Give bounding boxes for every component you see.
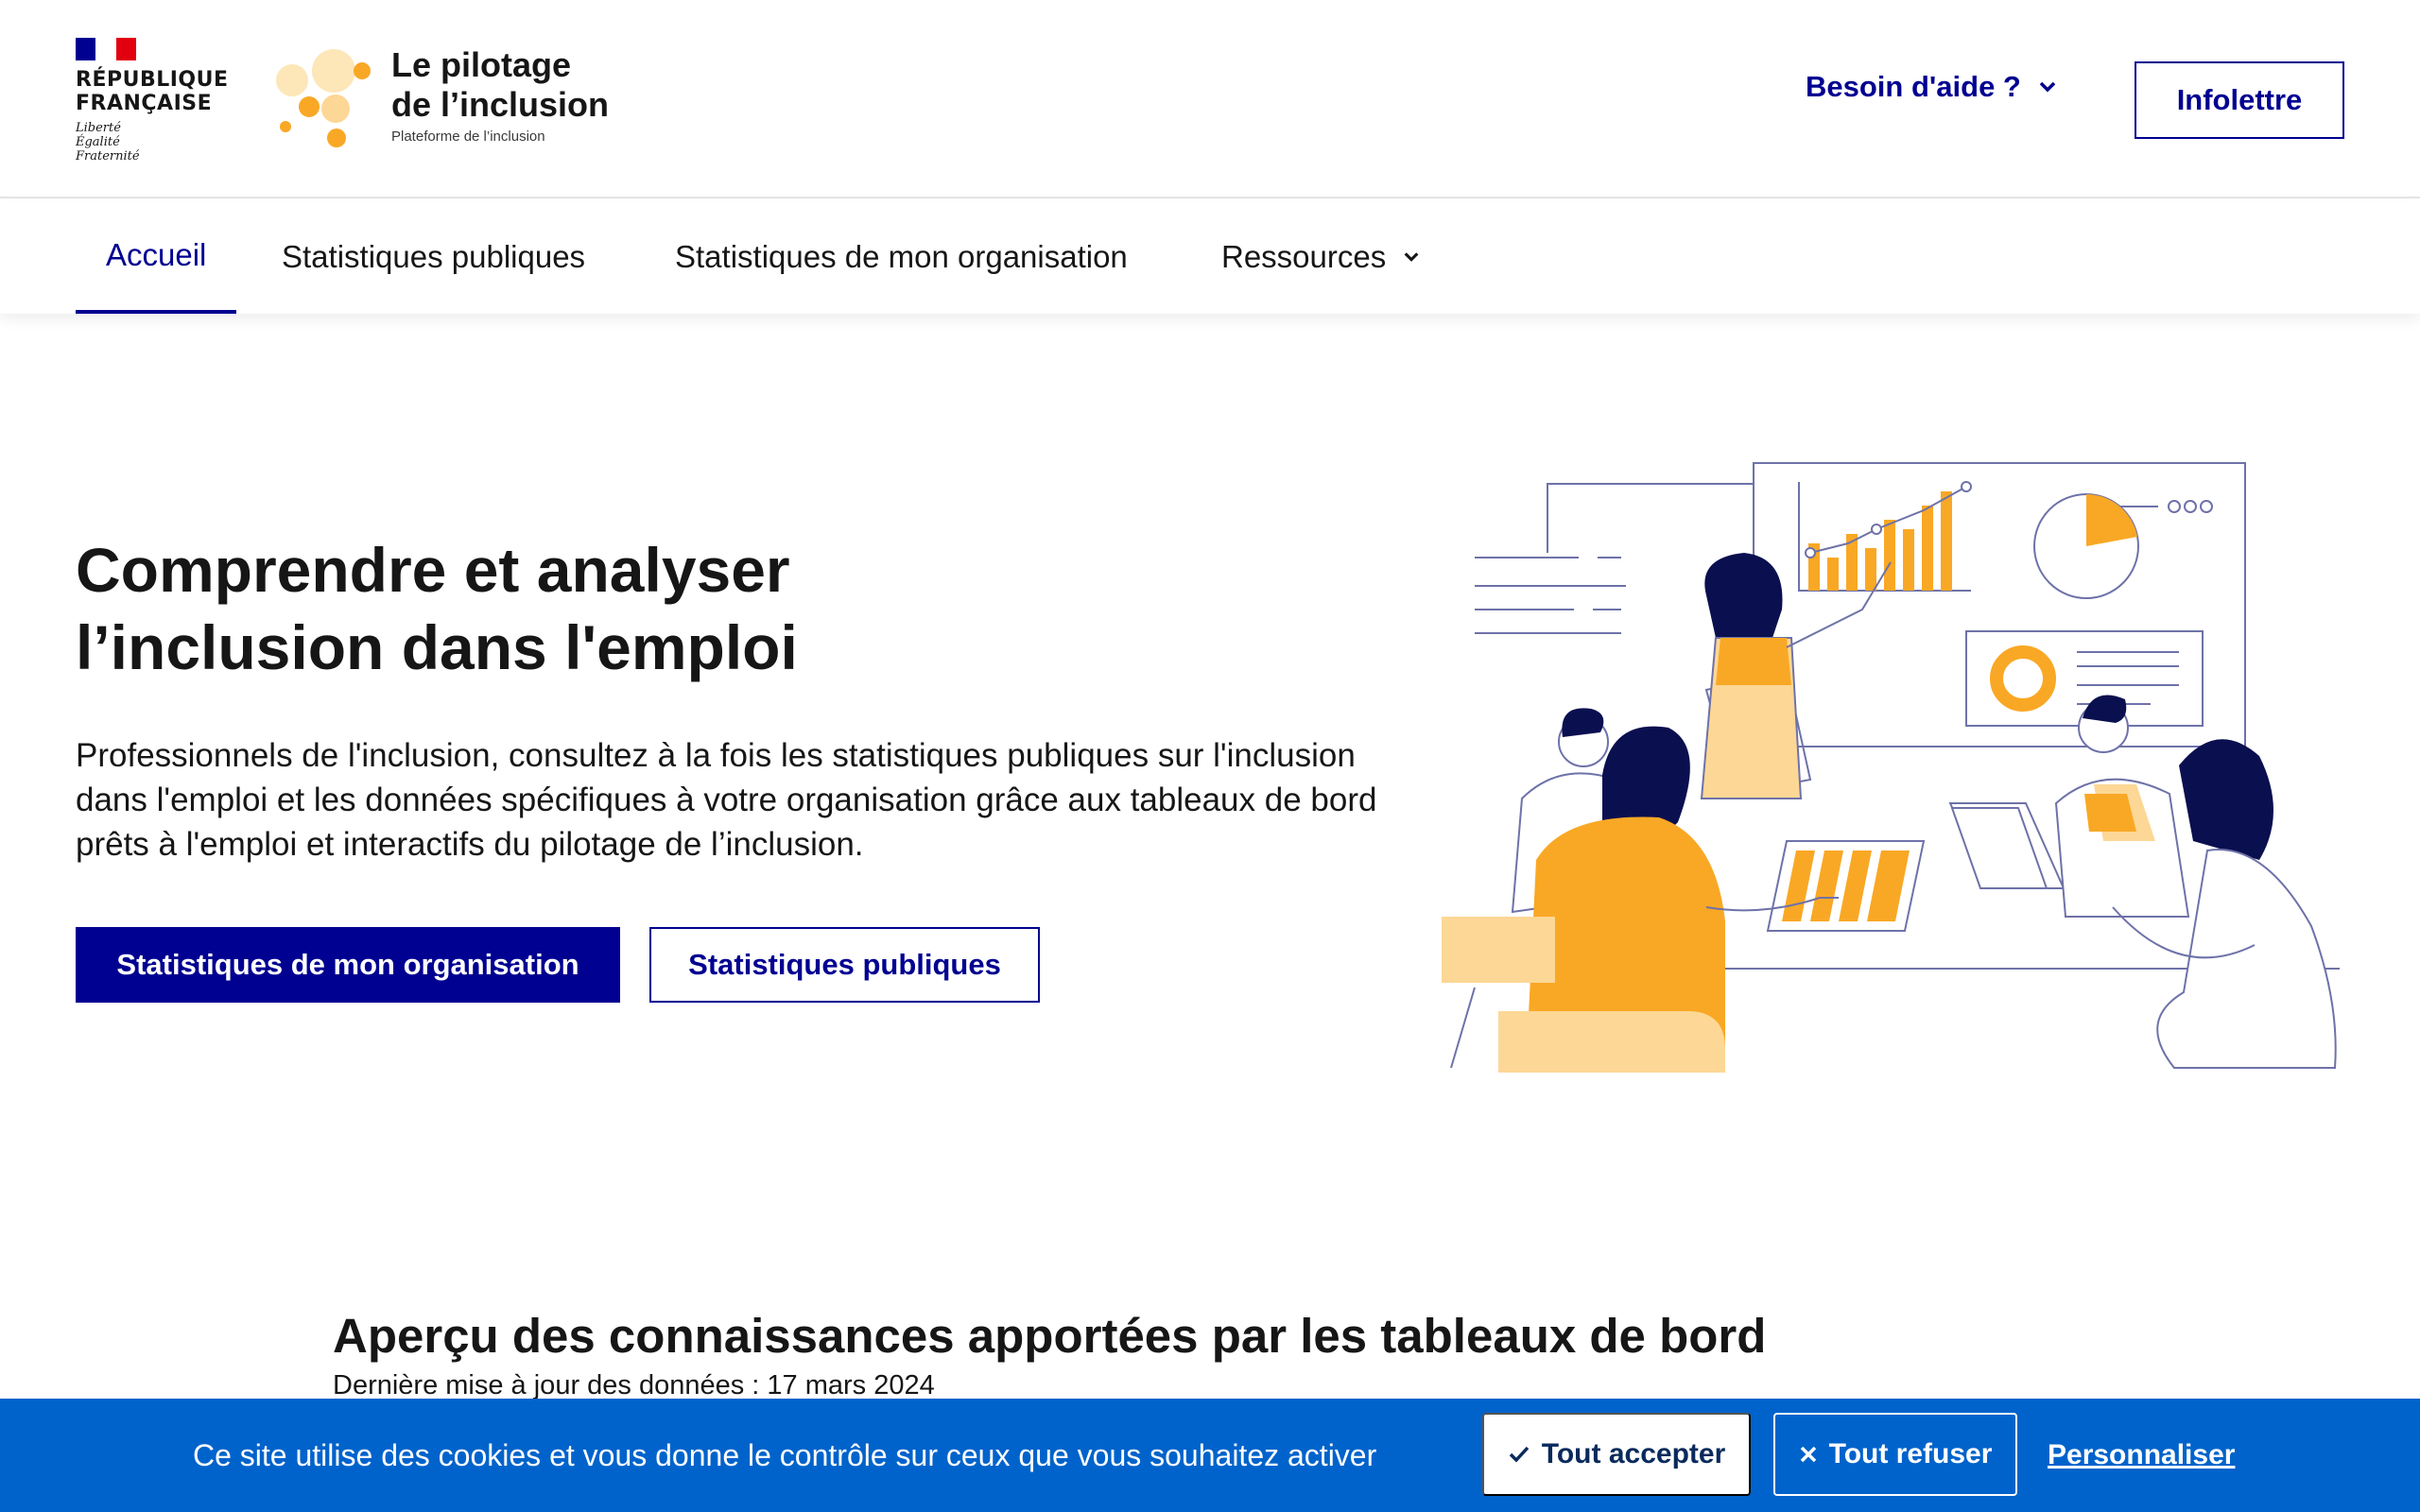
- nav-item-label: Accueil: [106, 237, 207, 272]
- help-menu-button[interactable]: Besoin d'aide ?: [1806, 70, 2057, 104]
- check-icon: [1509, 1446, 1530, 1463]
- marianne-flag-icon: [76, 38, 136, 60]
- nav-item-label: Statistiques publiques: [282, 239, 586, 274]
- chevron-down-icon: [2039, 81, 2056, 93]
- devise-liberte: Liberté: [76, 121, 121, 135]
- cookie-consent-banner: Ce site utilise des cookies et vous donn…: [0, 1399, 2420, 1512]
- brand-subtitle: Plateforme de l’inclusion: [391, 129, 545, 145]
- pilotage-dots-logo-icon: [276, 45, 380, 149]
- main-navigation: Accueil Statistiques publiques Statistiq…: [0, 200, 2420, 314]
- hero-title-line-1: Comprendre et analyser: [76, 535, 790, 605]
- site-header: RÉPUBLIQUE FRANÇAISE Liberté Égalité Fra…: [0, 0, 2420, 198]
- nav-item-statistiques-publiques[interactable]: Statistiques publiques: [282, 200, 585, 314]
- nav-item-ressources[interactable]: Ressources: [1221, 200, 1420, 314]
- nav-item-label: Ressources: [1221, 239, 1387, 274]
- brand-title-line-1: Le pilotage: [391, 45, 572, 84]
- nav-item-statistiques-organisation[interactable]: Statistiques de mon organisation: [675, 200, 1128, 314]
- accept-all-cookies-button[interactable]: Tout accepter: [1482, 1413, 1751, 1496]
- nav-item-accueil[interactable]: Accueil: [76, 200, 237, 314]
- hero-description: Professionnels de l'inclusion, consultez…: [76, 737, 1377, 863]
- republique-francaise-logo[interactable]: RÉPUBLIQUE FRANÇAISE Liberté Égalité Fra…: [76, 38, 229, 163]
- my-organisation-stats-button[interactable]: Statistiques de mon organisation: [76, 927, 620, 1003]
- cookie-banner-text: Ce site utilise des cookies et vous donn…: [193, 1437, 1377, 1472]
- brand-home-link[interactable]: Le pilotage de l’inclusion Plateforme de…: [276, 45, 609, 149]
- nav-item-label: Statistiques de mon organisation: [675, 239, 1128, 274]
- team-analytics-illustration: [1442, 462, 2340, 1073]
- logo-line-2: FRANÇAISE: [76, 92, 213, 115]
- newsletter-button[interactable]: Infolettre: [2135, 61, 2344, 139]
- chevron-down-icon: [1404, 252, 1419, 262]
- brand-title-line-2: de l’inclusion: [391, 85, 610, 124]
- devise-egalite: Égalité: [76, 135, 120, 149]
- hero-title: Comprendre et analyser l’inclusion dans …: [76, 531, 1115, 686]
- section-title: Aperçu des connaissances apportées par l…: [333, 1309, 1767, 1363]
- accept-all-label: Tout accepter: [1541, 1438, 1726, 1469]
- refuse-all-label: Tout refuser: [1828, 1438, 1993, 1469]
- refuse-all-cookies-button[interactable]: Tout refuser: [1773, 1413, 2017, 1496]
- devise-fraternite: Fraternité: [76, 149, 140, 163]
- close-icon: [1800, 1446, 1816, 1463]
- hero-title-line-2: l’inclusion dans l'emploi: [76, 612, 798, 682]
- public-stats-button[interactable]: Statistiques publiques: [649, 927, 1040, 1003]
- help-menu-label: Besoin d'aide ?: [1806, 70, 2021, 103]
- customize-cookies-link[interactable]: Personnaliser: [2048, 1399, 2235, 1512]
- last-update-text: Dernière mise à jour des données : 17 ma…: [333, 1370, 935, 1400]
- logo-line-1: RÉPUBLIQUE: [76, 68, 229, 92]
